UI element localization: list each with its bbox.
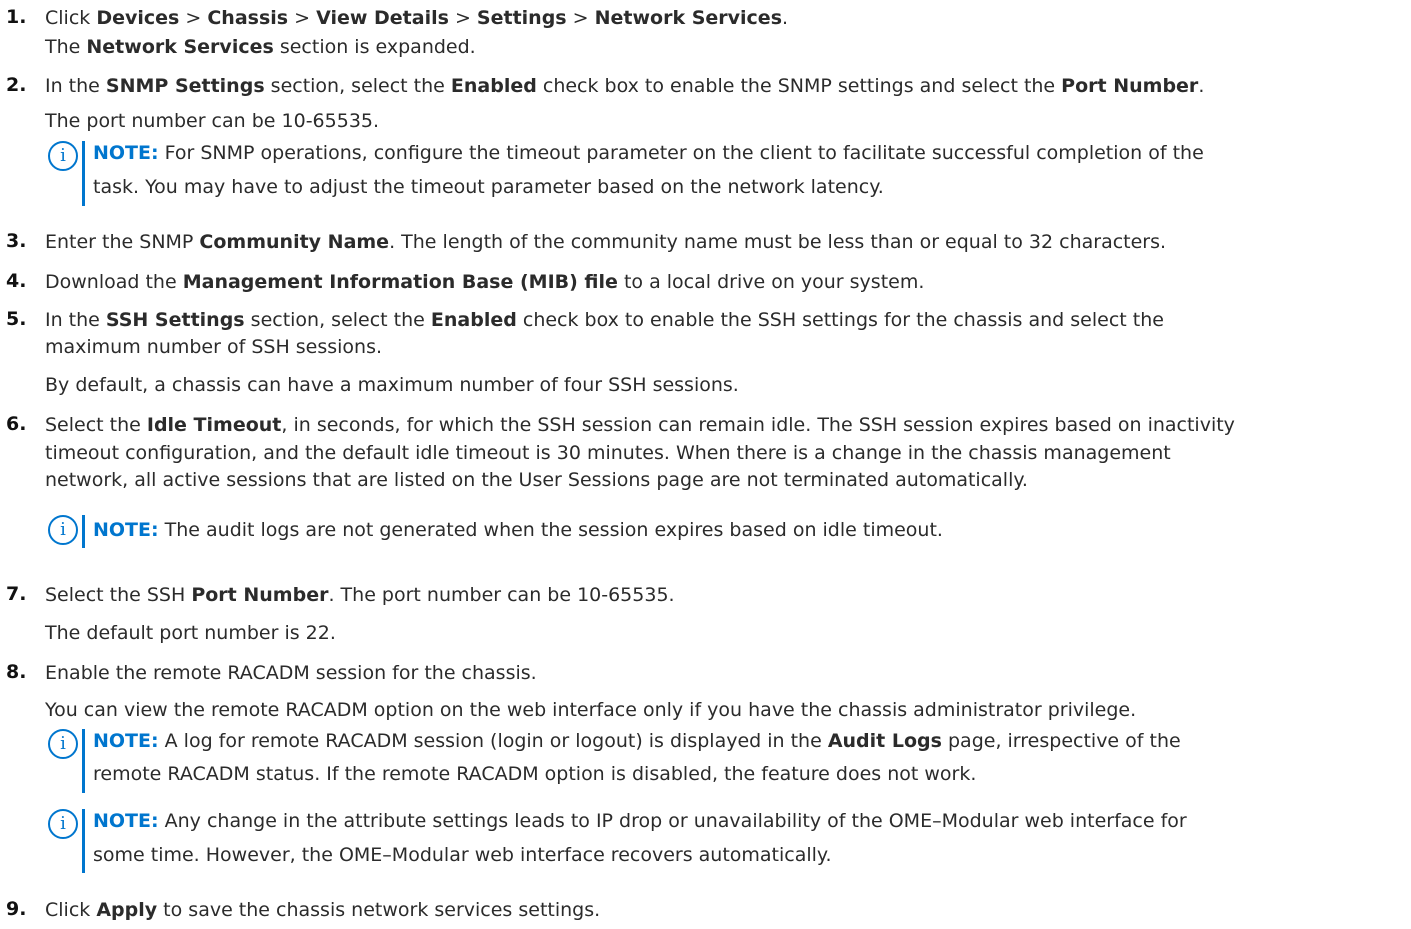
step-3-number: 3. (6, 230, 27, 252)
step-5-number: 5. (6, 308, 27, 330)
note-line-1: NOTE: For SNMP operations, configure the… (93, 142, 1204, 164)
step-2-number: 2. (6, 74, 27, 96)
step-7-number: 7. (6, 583, 27, 605)
note-line-2: some time. However, the OME–Modular web … (93, 844, 832, 866)
note-line-1: NOTE: Any change in the attribute settin… (93, 810, 1187, 832)
step-5-line-3: By default, a chassis can have a maximum… (45, 374, 739, 396)
info-circle-icon: i (48, 809, 78, 839)
step-4-number: 4. (6, 270, 27, 292)
note-bar (82, 729, 85, 793)
step-8-line-1: Enable the remote RACADM session for the… (45, 662, 537, 684)
step-1-number: 1. (6, 6, 27, 28)
step-6-number: 6. (6, 413, 27, 435)
step-1-line-1: Click Devices > Chassis > View Details >… (45, 7, 789, 29)
note-bar (82, 809, 85, 873)
step-1-line-2: The Network Services section is expanded… (45, 36, 476, 58)
note-line-1: NOTE: A log for remote RACADM session (l… (93, 730, 1181, 752)
note-line-2: task. You may have to adjust the timeout… (93, 176, 884, 198)
step-2-line-1: In the SNMP Settings section, select the… (45, 75, 1205, 97)
step-3-line-1: Enter the SNMP Community Name. The lengt… (45, 231, 1167, 253)
step-6-line-1: Select the Idle Timeout, in seconds, for… (45, 414, 1235, 436)
step-6-line-2: timeout configuration, and the default i… (45, 442, 1171, 464)
step-4-line-1: Download the Management Information Base… (45, 271, 925, 293)
step-5-line-2: maximum number of SSH sessions. (45, 336, 383, 358)
step-8-number: 8. (6, 661, 27, 683)
step-9-line-1: Click Apply to save the chassis network … (45, 899, 601, 921)
step-6-line-3: network, all active sessions that are li… (45, 469, 1028, 491)
note-bar (82, 515, 85, 548)
info-circle-icon: i (48, 729, 78, 759)
step-2-line-2: The port number can be 10-65535. (45, 110, 380, 132)
note-bar (82, 141, 85, 206)
step-7-line-2: The default port number is 22. (45, 622, 336, 644)
note-line-1: NOTE: The audit logs are not generated w… (93, 519, 943, 541)
info-circle-icon: i (48, 141, 78, 171)
note-line-2: remote RACADM status. If the remote RACA… (93, 763, 977, 785)
step-9-number: 9. (6, 898, 27, 920)
step-5-line-1: In the SSH Settings section, select the … (45, 309, 1164, 331)
step-8-line-2: You can view the remote RACADM option on… (45, 699, 1137, 721)
step-7-line-1: Select the SSH Port Number. The port num… (45, 584, 675, 606)
info-circle-icon: i (48, 515, 78, 545)
